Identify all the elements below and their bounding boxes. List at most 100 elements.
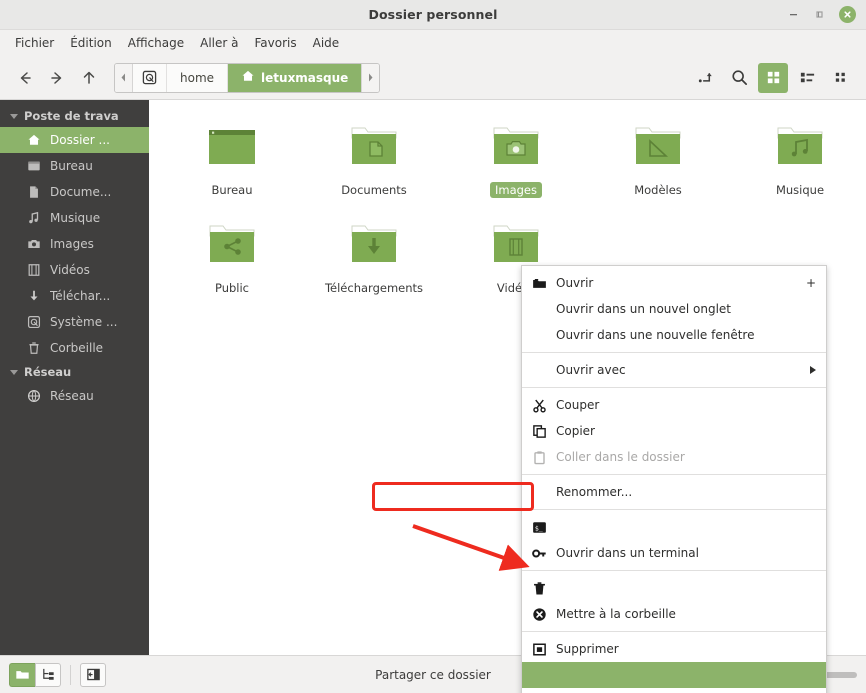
trash-icon (26, 341, 41, 356)
chevron-down-icon (10, 369, 18, 375)
menu-item-supprimer[interactable]: Mettre à la corbeille (522, 601, 826, 627)
menu-item-ouvrir-superutilisateur[interactable]: Ouvrir dans un terminal (522, 540, 826, 566)
file-label: Musique (775, 183, 825, 197)
file-item[interactable]: Images (445, 114, 587, 212)
maximize-button[interactable] (812, 6, 829, 23)
menu-item-ouvrir-avec[interactable]: Ouvrir avec (522, 357, 826, 383)
file-label: Modèles (634, 183, 682, 197)
svg-text:$_: $_ (534, 524, 542, 532)
templates-folder-icon (627, 120, 689, 174)
forward-button[interactable] (42, 63, 72, 93)
path-entry-icon[interactable] (690, 63, 720, 93)
menu-item-copier[interactable]: Copier (522, 418, 826, 444)
menu-separator (522, 474, 826, 475)
menu-affichage[interactable]: Affichage (120, 33, 192, 53)
breadcrumb-crumb-home[interactable]: home (167, 63, 229, 92)
menu-bar: Fichier Édition Affichage Aller à Favori… (0, 30, 866, 56)
sidebar-item-bureau[interactable]: Bureau (0, 153, 149, 179)
back-button[interactable] (10, 63, 40, 93)
sidebar-group-network[interactable]: Réseau (0, 361, 149, 383)
menu-item-ouvrir-dans-un-terminal[interactable]: $_ (522, 514, 826, 540)
menu-aller-a[interactable]: Aller à (192, 33, 246, 53)
color-tag-row: ✕ (522, 688, 826, 693)
menu-item-ouvrir-nouvel-onglet[interactable]: Ouvrir dans un nouvel onglet (522, 296, 826, 322)
window-controls (785, 6, 866, 23)
menu-item-label: Renommer... (556, 485, 633, 499)
chevron-down-icon (10, 113, 18, 119)
menu-item-label: Supprimer (556, 642, 619, 656)
menu-item-mettre-a-la-corbeille[interactable] (522, 575, 826, 601)
menu-item-coller-dans-le-dossier[interactable]: Coller dans le dossier (522, 444, 826, 470)
menu-item-compresser[interactable]: Supprimer (522, 636, 826, 662)
menu-separator (522, 387, 826, 388)
file-item[interactable]: Public (161, 212, 303, 310)
sidebar-item-images[interactable]: Images (0, 231, 149, 257)
menu-item-ouvrir-nouvelle-fenetre[interactable]: Ouvrir dans une nouvelle fenêtre (522, 322, 826, 348)
compact-view-icon[interactable] (826, 63, 856, 93)
sidebar-item-videos[interactable]: Vidéos (0, 257, 149, 283)
breadcrumb-crumb-letuxmasque[interactable]: letuxmasque (228, 63, 362, 92)
sidebar-item-dossier-personnel[interactable]: Dossier ... (0, 127, 149, 153)
pictures-folder-icon (485, 120, 547, 174)
sidebar-item-systeme[interactable]: Système ... (0, 309, 149, 335)
sidebar: Poste de trava Dossier ... Bureau Docume… (0, 100, 149, 655)
minimize-button[interactable] (785, 6, 802, 23)
menu-separator (522, 509, 826, 510)
sidebar-group-label: Réseau (24, 365, 72, 379)
breadcrumb-scroll-left-icon[interactable] (115, 63, 133, 92)
breadcrumb: home letuxmasque (114, 62, 381, 93)
menu-separator (522, 352, 826, 353)
list-view-icon[interactable] (792, 63, 822, 93)
sidebar-item-telechargements[interactable]: Téléchar... (0, 283, 149, 309)
submenu-arrow-icon (810, 366, 816, 374)
documents-folder-icon (343, 120, 405, 174)
breadcrumb-scroll-right-icon[interactable] (361, 63, 380, 92)
home-icon (241, 69, 255, 86)
menu-item-label: Mettre à la corbeille (556, 607, 676, 621)
file-item[interactable]: Bureau (161, 114, 303, 212)
menu-favoris[interactable]: Favoris (247, 33, 305, 53)
sidebar-item-label: Images (50, 237, 94, 251)
sidebar-item-documents[interactable]: Docume... (0, 179, 149, 205)
sidebar-item-corbeille[interactable]: Corbeille (0, 335, 149, 361)
public-folder-icon (201, 218, 263, 272)
search-icon[interactable] (724, 63, 754, 93)
paste-icon (531, 449, 547, 465)
context-menu: Ouvrir + Ouvrir dans un nouvel onglet Ou… (521, 265, 827, 693)
sidebar-item-label: Vidéos (50, 263, 90, 277)
grid-view-icon[interactable] (758, 62, 788, 93)
menu-item-ouvrir[interactable]: Ouvrir + (522, 270, 826, 296)
sidebar-item-label: Corbeille (50, 341, 104, 355)
menu-item-label: Coller dans le dossier (556, 450, 685, 464)
file-item[interactable]: Musique (729, 114, 866, 212)
sidebar-item-musique[interactable]: Musique (0, 205, 149, 231)
scissors-icon (531, 397, 547, 413)
menu-fichier[interactable]: Fichier (7, 33, 62, 53)
folder-icon (531, 275, 547, 291)
menu-item-couper[interactable]: Couper (522, 392, 826, 418)
sidebar-group-places[interactable]: Poste de trava (0, 105, 149, 127)
file-item[interactable]: Documents (303, 114, 445, 212)
terminal-icon: $_ (531, 519, 547, 535)
menu-edition[interactable]: Édition (62, 33, 120, 53)
close-button[interactable] (839, 6, 856, 23)
sidebar-item-reseau[interactable]: Réseau (0, 383, 149, 409)
menu-item-options-de-partage[interactable] (522, 662, 826, 688)
menu-aide[interactable]: Aide (305, 33, 348, 53)
file-item[interactable]: Modèles (587, 114, 729, 212)
hard-disk-icon (26, 315, 41, 330)
menu-separator (522, 570, 826, 571)
hard-disk-icon[interactable] (133, 63, 167, 92)
file-label: Documents (341, 183, 407, 197)
menu-item-renommer[interactable]: Renommer... (522, 479, 826, 505)
menu-item-shortcut: + (805, 276, 816, 290)
document-icon (26, 185, 41, 200)
menu-item-label: Ouvrir dans une nouvelle fenêtre (556, 328, 755, 342)
menu-item-label: Copier (556, 424, 595, 438)
sidebar-item-label: Musique (50, 211, 101, 225)
sidebar-item-label: Docume... (50, 185, 112, 199)
up-button[interactable] (74, 63, 104, 93)
file-item[interactable]: Téléchargements (303, 212, 445, 310)
menu-item-label: Ouvrir dans un terminal (556, 546, 699, 560)
archive-icon (531, 641, 547, 657)
